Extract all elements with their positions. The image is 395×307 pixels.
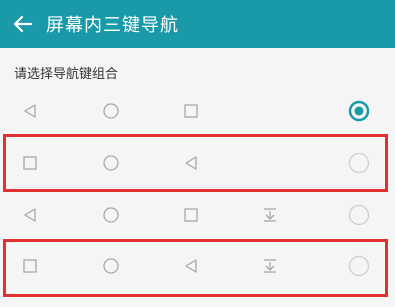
notification-pulldown-icon bbox=[258, 203, 282, 227]
section-label: 请选择导航键组合 bbox=[14, 67, 119, 82]
home-circle-icon bbox=[99, 254, 123, 278]
nav-option-4[interactable] bbox=[0, 241, 395, 291]
nav-option-2[interactable] bbox=[0, 138, 395, 188]
divider bbox=[12, 239, 383, 240]
recent-square-icon bbox=[18, 254, 42, 278]
back-triangle-icon bbox=[179, 151, 203, 175]
app-bar: 屏幕内三键导航 bbox=[0, 0, 395, 48]
page-title: 屏幕内三键导航 bbox=[46, 15, 179, 36]
back-arrow-icon bbox=[13, 15, 33, 33]
home-circle-icon bbox=[99, 99, 123, 123]
divider bbox=[12, 135, 383, 136]
radio-unselected[interactable] bbox=[348, 204, 370, 226]
radio-selected[interactable] bbox=[348, 100, 370, 122]
recent-square-icon bbox=[179, 203, 203, 227]
recent-square-icon bbox=[179, 99, 203, 123]
back-triangle-icon bbox=[179, 254, 203, 278]
home-circle-icon bbox=[99, 203, 123, 227]
nav-option-1[interactable] bbox=[0, 86, 395, 136]
notification-pulldown-icon bbox=[258, 254, 282, 278]
radio-unselected[interactable] bbox=[348, 255, 370, 277]
recent-square-icon bbox=[18, 151, 42, 175]
back-button[interactable] bbox=[0, 0, 46, 48]
home-circle-icon bbox=[99, 151, 123, 175]
radio-unselected[interactable] bbox=[348, 152, 370, 174]
divider bbox=[12, 187, 383, 188]
nav-option-3[interactable] bbox=[0, 190, 395, 240]
back-triangle-icon bbox=[18, 99, 42, 123]
back-triangle-icon bbox=[18, 203, 42, 227]
